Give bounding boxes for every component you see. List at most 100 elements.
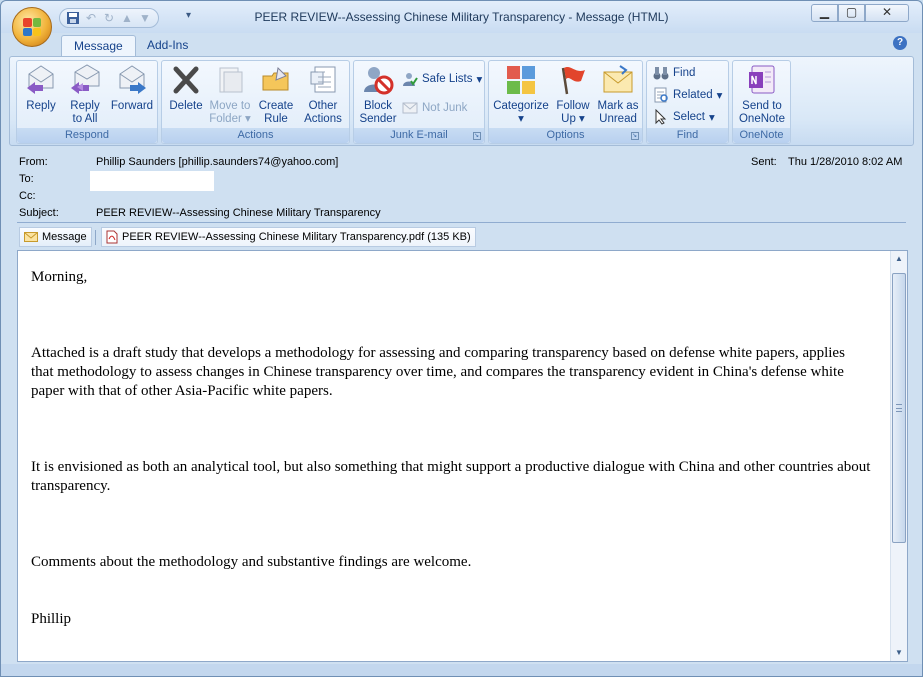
window-bottom-frame xyxy=(1,664,922,676)
scroll-up-icon[interactable]: ▲ xyxy=(893,253,905,265)
not-junk-icon xyxy=(402,102,418,114)
tab-add-ins[interactable]: Add-Ins xyxy=(135,35,200,57)
mark-as-unread-button[interactable]: Mark as Unread xyxy=(595,64,641,126)
ribbon: Reply Reply to All Forward Respond Delet… xyxy=(9,56,914,146)
body-signature: Phillip xyxy=(31,611,72,627)
sent-value: Thu 1/28/2010 8:02 AM xyxy=(788,156,903,168)
select-label: Select xyxy=(673,111,705,123)
options-dialog-launcher-icon[interactable]: ↘ xyxy=(631,132,639,140)
redo-icon[interactable]: ↻ xyxy=(102,11,116,25)
forward-button[interactable]: Forward xyxy=(109,64,155,113)
group-respond: Reply Reply to All Forward Respond xyxy=(16,60,158,144)
office-button[interactable] xyxy=(12,7,52,47)
undo-icon[interactable]: ↶ xyxy=(84,11,98,25)
pdf-attachment-label: PEER REVIEW--Assessing Chinese Military … xyxy=(122,231,471,243)
previous-item-icon[interactable]: ▲ xyxy=(120,11,134,25)
onenote-icon xyxy=(749,65,775,94)
reply-label: Reply xyxy=(26,100,56,112)
safe-lists-button[interactable]: Safe Lists ▾ xyxy=(402,70,482,88)
block-sender-button[interactable]: Block Sender xyxy=(358,64,398,126)
categorize-label: Categorize xyxy=(493,100,549,112)
message-body[interactable]: Morning, Attached is a draft study that … xyxy=(17,250,908,662)
attachment-bar: Message PEER REVIEW--Assessing Chinese M… xyxy=(17,226,907,248)
not-junk-label: Not Junk xyxy=(422,102,468,114)
delete-icon xyxy=(173,66,199,94)
minimize-button[interactable]: ▁ xyxy=(811,4,838,22)
follow-up-button[interactable]: Follow Up ▾ xyxy=(553,64,593,126)
create-rule-label-1: Create xyxy=(258,100,294,112)
group-label-respond: Respond xyxy=(17,128,157,143)
send-to-onenote-button[interactable]: Send to OneNote xyxy=(735,64,789,126)
forward-label: Forward xyxy=(110,100,154,112)
scroll-down-icon[interactable]: ▼ xyxy=(893,647,905,659)
message-body-text: Morning, Attached is a draft study that … xyxy=(31,268,871,629)
block-sender-label-1: Block xyxy=(363,100,393,112)
other-actions-icon xyxy=(310,66,336,93)
tab-message[interactable]: Message xyxy=(61,35,136,57)
send-to-onenote-label-1: Send to xyxy=(742,100,782,112)
header-divider xyxy=(17,222,906,223)
sent-label: Sent: xyxy=(751,156,777,168)
create-rule-label-2: Rule xyxy=(264,113,288,125)
body-greeting: Morning, xyxy=(31,269,88,285)
find-label: Find xyxy=(673,67,696,79)
office-logo-icon xyxy=(23,18,41,36)
mark-as-unread-icon xyxy=(603,65,633,93)
body-paragraph-3: Comments about the methodology and subst… xyxy=(31,554,472,570)
group-find: Find Related ▾ Select ▾ Find xyxy=(646,60,729,144)
send-to-onenote-label-2: OneNote xyxy=(738,113,786,125)
follow-up-label-2: Up xyxy=(561,113,576,125)
group-onenote: Send to OneNote OneNote xyxy=(732,60,791,144)
create-rule-button[interactable]: Create Rule xyxy=(254,64,298,126)
from-value[interactable]: Phillip Saunders [phillip.saunders74@yah… xyxy=(96,156,338,168)
help-icon[interactable]: ? xyxy=(893,36,907,50)
group-junk-email: Block Sender Safe Lists ▾ Not Junk Junk … xyxy=(353,60,485,144)
body-paragraph-2: It is envisioned as both an analytical t… xyxy=(31,459,871,494)
not-junk-button[interactable]: Not Junk xyxy=(402,99,467,117)
related-button[interactable]: Related ▾ xyxy=(653,86,722,104)
customize-toolbar-icon[interactable]: ▾ xyxy=(186,10,191,21)
reply-all-label-2: to All xyxy=(72,113,98,125)
save-icon[interactable] xyxy=(66,11,80,25)
move-to-folder-icon xyxy=(219,67,243,93)
maximize-button[interactable]: ▢ xyxy=(838,4,865,22)
move-to-folder-button[interactable]: Move to Folder ▾ xyxy=(208,64,252,126)
create-rule-icon xyxy=(262,66,289,91)
reply-button[interactable]: Reply xyxy=(21,64,61,113)
message-view-label: Message xyxy=(42,231,87,243)
related-label: Related xyxy=(673,89,713,101)
to-label: To: xyxy=(19,173,34,185)
subject-value: PEER REVIEW--Assessing Chinese Military … xyxy=(96,207,381,219)
group-label-junk-email: Junk E-mail xyxy=(354,128,484,143)
categorize-icon xyxy=(507,66,535,94)
next-item-icon[interactable]: ▼ xyxy=(138,11,152,25)
reply-all-button[interactable]: Reply to All xyxy=(63,64,107,126)
pdf-attachment[interactable]: PEER REVIEW--Assessing Chinese Military … xyxy=(101,227,476,247)
close-button[interactable]: ✕ xyxy=(865,4,909,22)
group-label-find: Find xyxy=(647,128,728,143)
select-button[interactable]: Select ▾ xyxy=(653,108,715,126)
attachment-divider xyxy=(95,230,96,245)
select-cursor-icon xyxy=(655,109,667,125)
group-label-actions: Actions xyxy=(162,128,349,143)
scrollbar-thumb[interactable] xyxy=(892,273,906,543)
find-button[interactable]: Find xyxy=(653,64,695,82)
envelope-icon xyxy=(24,232,38,242)
delete-button[interactable]: Delete xyxy=(166,64,206,113)
mark-as-unread-label-1: Mark as xyxy=(597,100,639,112)
categorize-button[interactable]: Categorize ▾ xyxy=(491,64,551,126)
follow-up-label-1: Follow xyxy=(556,100,590,112)
other-actions-label-2: Actions xyxy=(304,113,342,125)
group-actions: Delete Move to Folder ▾ Create Rule Othe… xyxy=(161,60,350,144)
body-paragraph-1: Attached is a draft study that develops … xyxy=(31,345,845,399)
block-sender-label-2: Sender xyxy=(359,113,397,125)
vertical-scrollbar[interactable]: ▲ ▼ xyxy=(890,251,907,661)
junk-dialog-launcher-icon[interactable]: ↘ xyxy=(473,132,481,140)
subject-label: Subject: xyxy=(19,207,59,219)
quick-access-toolbar: ↶ ↻ ▲ ▼ xyxy=(59,8,159,28)
follow-up-flag-icon xyxy=(561,67,585,95)
mark-as-unread-label-2: Unread xyxy=(599,113,637,125)
delete-label: Delete xyxy=(169,100,203,112)
message-view-tab[interactable]: Message xyxy=(19,227,92,247)
to-value[interactable] xyxy=(90,171,214,191)
